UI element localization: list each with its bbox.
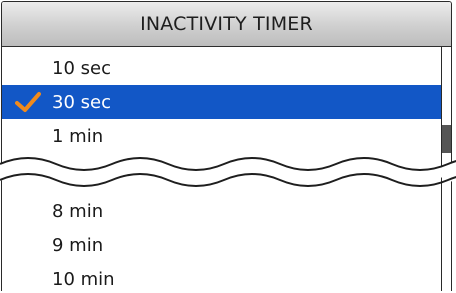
option-9-min[interactable]: 9 min xyxy=(2,228,443,262)
scrollbar-thumb[interactable] xyxy=(442,125,451,153)
option-8-min[interactable]: 8 min xyxy=(2,194,443,228)
option-1-min[interactable]: 1 min xyxy=(2,119,443,153)
inactivity-timer-dialog: INACTIVITY TIMER 10 sec 30 sec 1 min 8 m… xyxy=(1,1,452,291)
option-label: 1 min xyxy=(52,125,104,147)
option-label: 30 sec xyxy=(52,91,111,113)
option-label: 8 min xyxy=(52,200,104,222)
option-label: 9 min xyxy=(52,234,104,256)
list-break-wave xyxy=(0,157,456,187)
option-10-min[interactable]: 10 min xyxy=(2,262,443,291)
checkmark-icon xyxy=(15,92,41,112)
option-label: 10 sec xyxy=(52,57,111,79)
option-10-sec[interactable]: 10 sec xyxy=(2,51,443,85)
dialog-title: INACTIVITY TIMER xyxy=(2,2,451,47)
option-label: 10 min xyxy=(52,268,115,290)
option-30-sec[interactable]: 30 sec xyxy=(2,85,443,119)
